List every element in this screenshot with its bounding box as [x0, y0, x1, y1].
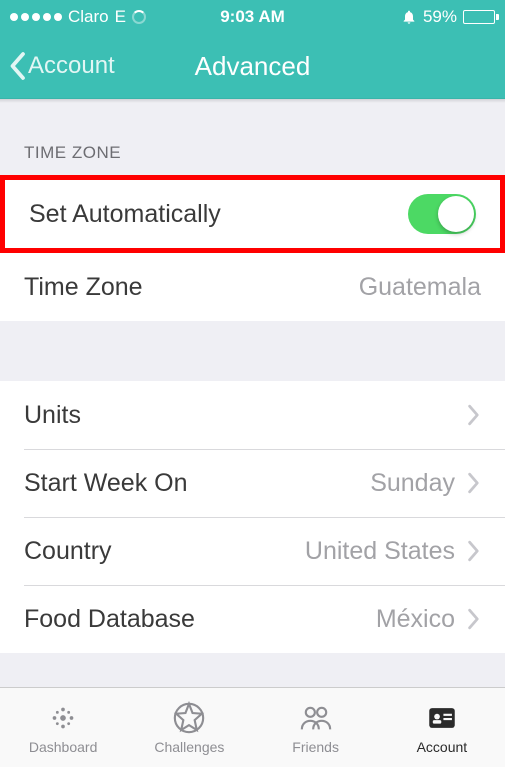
chevron-right-icon [467, 472, 481, 494]
page-title: Advanced [195, 51, 311, 82]
content: TIME ZONE Set Automatically Time Zone Gu… [0, 103, 505, 653]
time-zone-label: Time Zone [24, 273, 143, 302]
clock-label: 9:03 AM [220, 7, 285, 27]
challenges-icon [172, 701, 206, 735]
time-zone-row[interactable]: Time Zone Guatemala [0, 253, 505, 321]
chevron-right-icon [467, 540, 481, 562]
set-automatically-toggle[interactable] [408, 194, 476, 234]
tab-friends-label: Friends [292, 739, 339, 755]
status-left: Claro E [10, 7, 401, 27]
set-automatically-row[interactable]: Set Automatically [5, 180, 500, 248]
food-database-row[interactable]: Food Database México [0, 585, 505, 653]
tab-account-label: Account [417, 739, 468, 755]
battery-percent-label: 59% [423, 7, 457, 27]
dashboard-icon [46, 701, 80, 735]
nav-bar: Account Advanced [0, 34, 505, 99]
set-automatically-label: Set Automatically [29, 200, 221, 229]
start-week-row[interactable]: Start Week On Sunday [0, 449, 505, 517]
back-button[interactable]: Account [0, 51, 115, 81]
tab-account[interactable]: Account [379, 688, 505, 767]
loading-spinner-icon [132, 10, 146, 24]
start-week-label: Start Week On [24, 469, 188, 498]
country-row[interactable]: Country United States [0, 517, 505, 585]
tab-bar: Dashboard Challenges Friends Account [0, 687, 505, 767]
status-right: 59% [401, 7, 495, 27]
toggle-knob [438, 196, 474, 232]
battery-icon [463, 10, 495, 24]
food-database-value: México [376, 605, 455, 634]
tab-friends[interactable]: Friends [253, 688, 379, 767]
alarm-icon [401, 9, 417, 25]
carrier-label: Claro [68, 7, 109, 27]
friends-icon [299, 701, 333, 735]
chevron-right-icon [467, 608, 481, 630]
food-database-label: Food Database [24, 605, 195, 634]
country-value: United States [305, 537, 455, 566]
country-label: Country [24, 537, 112, 566]
units-label: Units [24, 401, 81, 430]
account-icon [425, 701, 459, 735]
signal-dots-icon [10, 13, 62, 21]
tab-dashboard[interactable]: Dashboard [0, 688, 126, 767]
status-bar: Claro E 9:03 AM 59% [0, 0, 505, 34]
network-label: E [115, 7, 126, 27]
section-header-timezone: TIME ZONE [0, 103, 505, 175]
chevron-left-icon [8, 51, 26, 81]
time-zone-value: Guatemala [359, 273, 481, 302]
tab-challenges[interactable]: Challenges [126, 688, 252, 767]
tab-challenges-label: Challenges [154, 739, 224, 755]
chevron-right-icon [467, 404, 481, 426]
tab-dashboard-label: Dashboard [29, 739, 98, 755]
back-label: Account [28, 52, 115, 80]
units-row[interactable]: Units [0, 381, 505, 449]
highlight-annotation: Set Automatically [0, 175, 505, 253]
start-week-value: Sunday [370, 469, 455, 498]
